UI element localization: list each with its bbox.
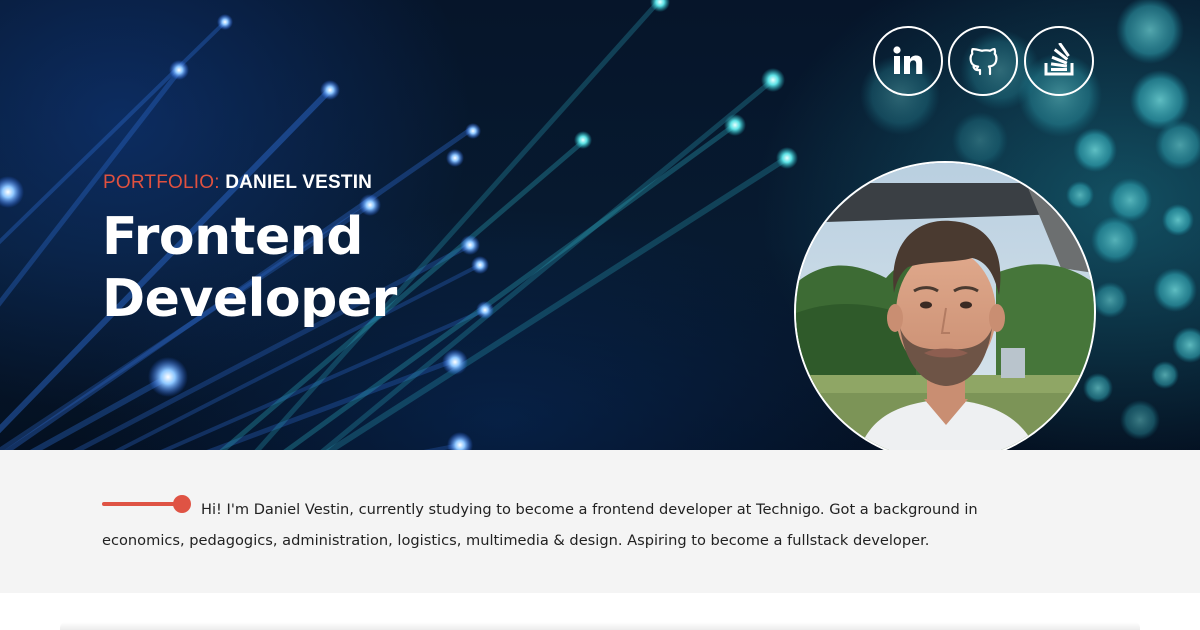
github-icon <box>969 47 998 76</box>
profile-photo-image <box>796 163 1094 450</box>
intro-section: Hi! I'm Daniel Vestin, currently studyin… <box>0 450 1200 593</box>
intro-text: Hi! I'm Daniel Vestin, currently studyin… <box>102 501 978 549</box>
stackoverflow-link[interactable] <box>1024 26 1094 96</box>
profile-photo <box>794 161 1096 450</box>
github-link[interactable] <box>948 26 1018 96</box>
hero-section: PORTFOLIO: DANIEL VESTIN Frontend Develo… <box>0 0 1200 450</box>
title-line-2: Developer <box>102 269 397 329</box>
portfolio-eyebrow: PORTFOLIO: DANIEL VESTIN <box>103 172 372 194</box>
eyebrow-name: DANIEL VESTIN <box>225 172 373 193</box>
stackoverflow-icon <box>1044 43 1074 76</box>
next-section-edge <box>60 622 1140 630</box>
title-line-1: Frontend <box>102 207 363 267</box>
linkedin-link[interactable] <box>873 26 943 96</box>
eyebrow-label: PORTFOLIO: <box>103 172 220 193</box>
page-title: Frontend Developer <box>102 206 397 330</box>
linkedin-icon <box>893 46 923 74</box>
